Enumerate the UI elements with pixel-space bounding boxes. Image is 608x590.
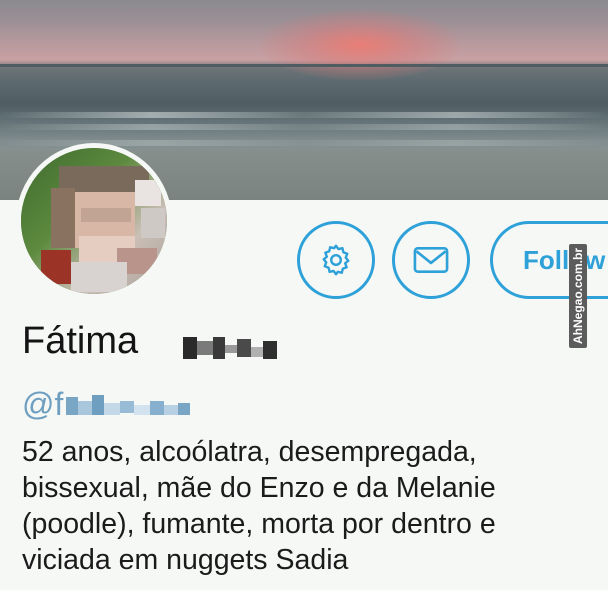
- wave: [0, 124, 608, 130]
- bio-line: bissexual, mãe do Enzo e da Melanie: [22, 472, 496, 504]
- bio-line: (poodle), fumante, morta por dentro e: [22, 508, 496, 540]
- envelope-icon: [413, 246, 449, 274]
- gear-icon: [322, 244, 350, 276]
- pixelated-face: [81, 208, 131, 222]
- profile-page: Follow AhNegao.com.br Fátima @f 52 anos,…: [0, 0, 608, 590]
- message-button[interactable]: [392, 221, 470, 299]
- censored-surname: [183, 337, 277, 359]
- pixelated-clothing: [71, 262, 127, 292]
- follow-button[interactable]: Follow: [490, 221, 608, 299]
- profile-handle: @f: [22, 386, 64, 422]
- pixelated-block: [135, 180, 161, 206]
- pixelated-block: [141, 208, 165, 238]
- censored-handle: [66, 395, 190, 415]
- bio-line: 52 anos, alcoólatra, desempregada,: [22, 436, 477, 468]
- sunset-glow: [260, 10, 460, 80]
- site-watermark: AhNegao.com.br: [567, 240, 589, 352]
- watermark-text: AhNegao.com.br: [569, 243, 588, 349]
- profile-name: Fátima: [22, 320, 139, 362]
- avatar[interactable]: [16, 143, 172, 299]
- follow-button-label: Follow: [523, 244, 606, 275]
- wave: [0, 112, 608, 118]
- horizon-line: [0, 64, 608, 67]
- settings-button[interactable]: [297, 221, 375, 299]
- bio-line: viciada em nuggets Sadia: [22, 544, 349, 576]
- pixelated-block: [41, 250, 71, 284]
- profile-bio: 52 anos, alcoólatra, desempregada, bisse…: [22, 434, 582, 578]
- pixelated-hair: [51, 188, 75, 248]
